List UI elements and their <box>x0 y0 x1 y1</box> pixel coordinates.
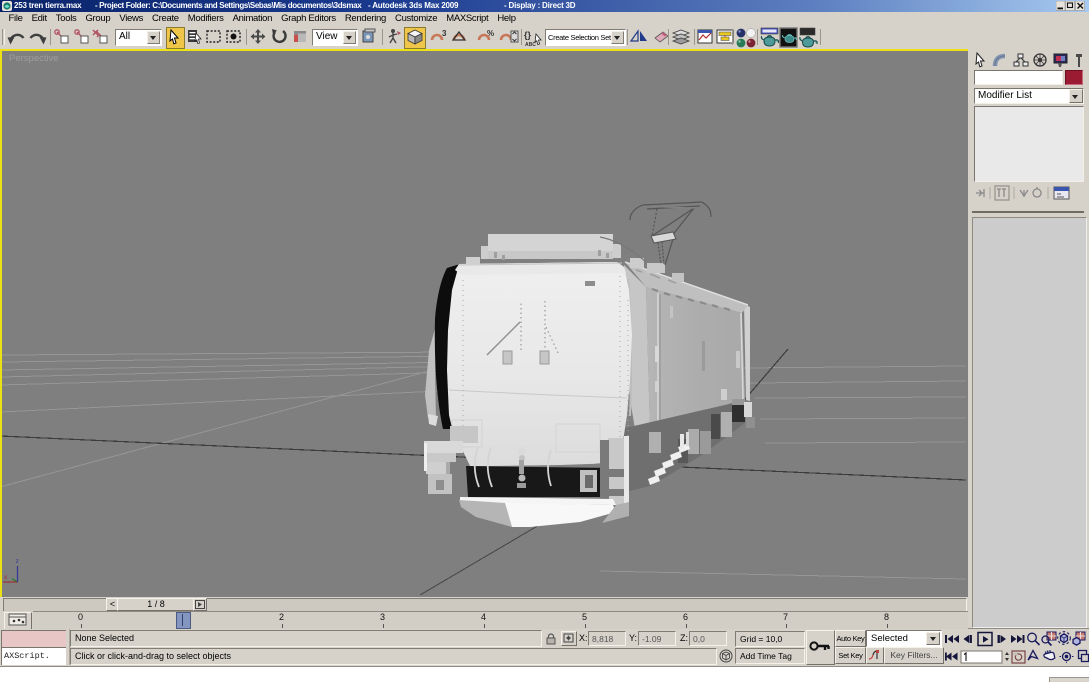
svg-text:3: 3 <box>442 29 447 38</box>
svg-text:x: x <box>4 574 8 581</box>
svg-text:z: z <box>16 558 19 565</box>
svg-text:{}: {} <box>524 30 532 40</box>
svg-text:%: % <box>487 29 494 38</box>
svg-text:ABC: ABC <box>525 42 536 48</box>
